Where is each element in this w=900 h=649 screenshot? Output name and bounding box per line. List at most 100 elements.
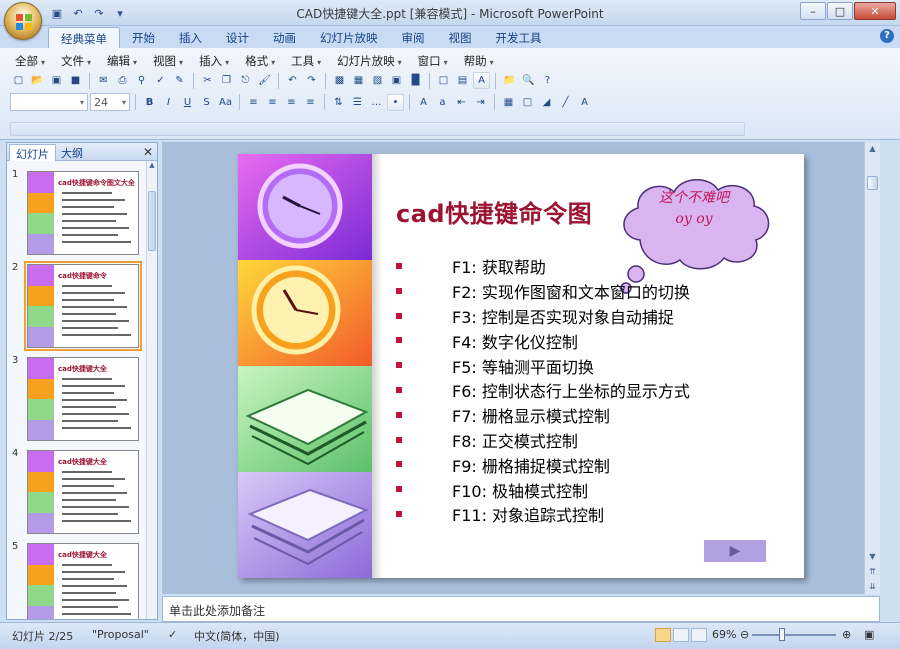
thumbnails-scrollbar[interactable]: ▲: [146, 161, 157, 619]
paste-icon[interactable]: ⎋: [237, 72, 254, 89]
slide-thumbnail[interactable]: cad快捷键命令图文大全: [27, 171, 139, 255]
folder-icon[interactable]: 📁: [501, 72, 518, 89]
tab-3[interactable]: 设计: [214, 27, 261, 48]
font-name-combo[interactable]: ▾: [10, 93, 88, 111]
normal-view-button[interactable]: [655, 628, 671, 642]
menu-item-0[interactable]: 全部 ▾: [8, 52, 52, 70]
copy-icon[interactable]: ❐: [218, 72, 235, 89]
next-slide-action-button[interactable]: ▶: [704, 540, 766, 562]
permission-icon[interactable]: ■: [67, 72, 84, 89]
research-icon[interactable]: ✎: [171, 72, 188, 89]
new-slide-icon[interactable]: □: [519, 94, 536, 111]
close-button[interactable]: ✕: [854, 2, 896, 20]
zoom-in-icon[interactable]: ⊕: [842, 628, 851, 641]
new-slide-icon[interactable]: □: [435, 72, 452, 89]
shadow-button[interactable]: S: [198, 94, 215, 111]
current-slide[interactable]: cad快捷键命令图 这个不难吧 oy oy F1: 获取帮助 F2: 实现作图窗和…: [238, 154, 804, 578]
italic-button[interactable]: I: [160, 94, 177, 111]
align-right-icon[interactable]: ≡: [283, 94, 300, 111]
minimize-button[interactable]: –: [800, 2, 826, 20]
numbering-icon[interactable]: …: [368, 94, 385, 111]
print-icon[interactable]: ⎙: [114, 72, 131, 89]
zoom-out-icon[interactable]: ⊖: [740, 628, 749, 641]
help-icon[interactable]: ?: [539, 72, 556, 89]
increase-indent-icon[interactable]: ⇥: [472, 94, 489, 111]
text-box-icon[interactable]: A: [473, 72, 490, 89]
tables-borders-icon[interactable]: ▧: [369, 72, 386, 89]
slide-thumbnail[interactable]: cad快捷键大全: [27, 357, 139, 441]
redo-icon[interactable]: ↷: [303, 72, 320, 89]
decrease-indent-icon[interactable]: ⇤: [453, 94, 470, 111]
line-color-icon[interactable]: ╱: [557, 94, 574, 111]
email-icon[interactable]: ✉: [95, 72, 112, 89]
slide-layout-icon[interactable]: ▤: [454, 72, 471, 89]
fit-to-window-icon[interactable]: ▣: [864, 628, 874, 641]
slide-show-button[interactable]: [691, 628, 707, 642]
design-icon[interactable]: ▦: [500, 94, 517, 111]
print-preview-icon[interactable]: ⚲: [133, 72, 150, 89]
tab-2[interactable]: 插入: [167, 27, 214, 48]
scroll-thumb[interactable]: [148, 191, 156, 251]
notes-pane[interactable]: 单击此处添加备注: [162, 596, 880, 622]
previous-slide-icon[interactable]: ⇈: [865, 565, 880, 579]
spellcheck-icon[interactable]: ✓: [168, 628, 177, 641]
slide-thumbnail[interactable]: cad快捷键命令: [24, 261, 142, 351]
insert-picture-icon[interactable]: ▣: [388, 72, 405, 89]
slide-thumbnail[interactable]: cad快捷键大全: [27, 543, 139, 619]
align-center-icon[interactable]: ≡: [264, 94, 281, 111]
editor-scrollbar[interactable]: ▲ ▼ ⇈ ⇊: [864, 142, 880, 594]
next-slide-icon[interactable]: ⇊: [865, 580, 880, 594]
menu-item-5[interactable]: 格式 ▾: [238, 52, 282, 70]
menu-item-9[interactable]: 帮助 ▾: [457, 52, 501, 70]
font-size-combo[interactable]: 24 ▾: [90, 93, 130, 111]
office-button[interactable]: [4, 2, 42, 40]
slide-thumbnail[interactable]: cad快捷键大全: [27, 450, 139, 534]
help-icon[interactable]: ?: [880, 29, 894, 43]
zoom-slider-knob[interactable]: [779, 628, 785, 641]
zoom-level[interactable]: 69%: [712, 628, 736, 641]
save-icon[interactable]: ▣: [48, 72, 65, 89]
menu-item-2[interactable]: 编辑 ▾: [100, 52, 144, 70]
menu-item-1[interactable]: 文件 ▾: [54, 52, 98, 70]
tab-outline[interactable]: 大纲: [55, 144, 89, 161]
tab-7[interactable]: 视图: [437, 27, 484, 48]
columns-icon[interactable]: ☰: [349, 94, 366, 111]
tab-4[interactable]: 动画: [261, 27, 308, 48]
zoom-icon[interactable]: 🔍: [520, 72, 537, 89]
format-painter-icon[interactable]: 🖌: [256, 72, 273, 89]
menu-item-7[interactable]: 幻灯片放映 ▾: [330, 52, 409, 70]
maximize-button[interactable]: □: [827, 2, 853, 20]
bullets-icon[interactable]: •: [387, 93, 404, 111]
scroll-down-icon[interactable]: ▼: [865, 550, 880, 564]
spelling-icon[interactable]: ✓: [152, 72, 169, 89]
menu-item-8[interactable]: 窗口 ▾: [411, 52, 455, 70]
tab-slides[interactable]: 幻灯片: [9, 144, 56, 161]
color-grayscale-icon[interactable]: █: [407, 72, 424, 89]
change-case-button[interactable]: Aa: [217, 94, 234, 111]
scroll-thumb[interactable]: [867, 176, 878, 190]
shrink-font-icon[interactable]: a: [434, 94, 451, 111]
scroll-up-icon[interactable]: ▲: [865, 142, 880, 156]
zoom-slider[interactable]: [752, 634, 836, 636]
language-indicator[interactable]: 中文(简体，中国): [194, 628, 280, 644]
cut-icon[interactable]: ✂: [199, 72, 216, 89]
tab-1[interactable]: 开始: [120, 27, 167, 48]
justify-icon[interactable]: ≡: [302, 94, 319, 111]
slide-title[interactable]: cad快捷键命令图: [396, 194, 592, 229]
align-left-icon[interactable]: ≡: [245, 94, 262, 111]
menu-item-6[interactable]: 工具 ▾: [284, 52, 328, 70]
open-icon[interactable]: 📂: [29, 72, 46, 89]
tab-6[interactable]: 审阅: [390, 27, 437, 48]
fill-color-icon[interactable]: ◢: [538, 94, 555, 111]
menu-item-3[interactable]: 视图 ▾: [146, 52, 190, 70]
menu-item-4[interactable]: 插入 ▾: [192, 52, 236, 70]
tab-5[interactable]: 幻灯片放映: [308, 27, 390, 48]
grow-font-icon[interactable]: A: [415, 94, 432, 111]
undo-icon[interactable]: ↶: [284, 72, 301, 89]
table-icon[interactable]: ▦: [350, 72, 367, 89]
scroll-up-icon[interactable]: ▲: [147, 161, 157, 172]
tab-8[interactable]: 开发工具: [484, 27, 554, 48]
bold-button[interactable]: B: [141, 94, 158, 111]
close-pane-icon[interactable]: ✕: [143, 145, 153, 159]
text-direction-icon[interactable]: ⇅: [330, 94, 347, 111]
